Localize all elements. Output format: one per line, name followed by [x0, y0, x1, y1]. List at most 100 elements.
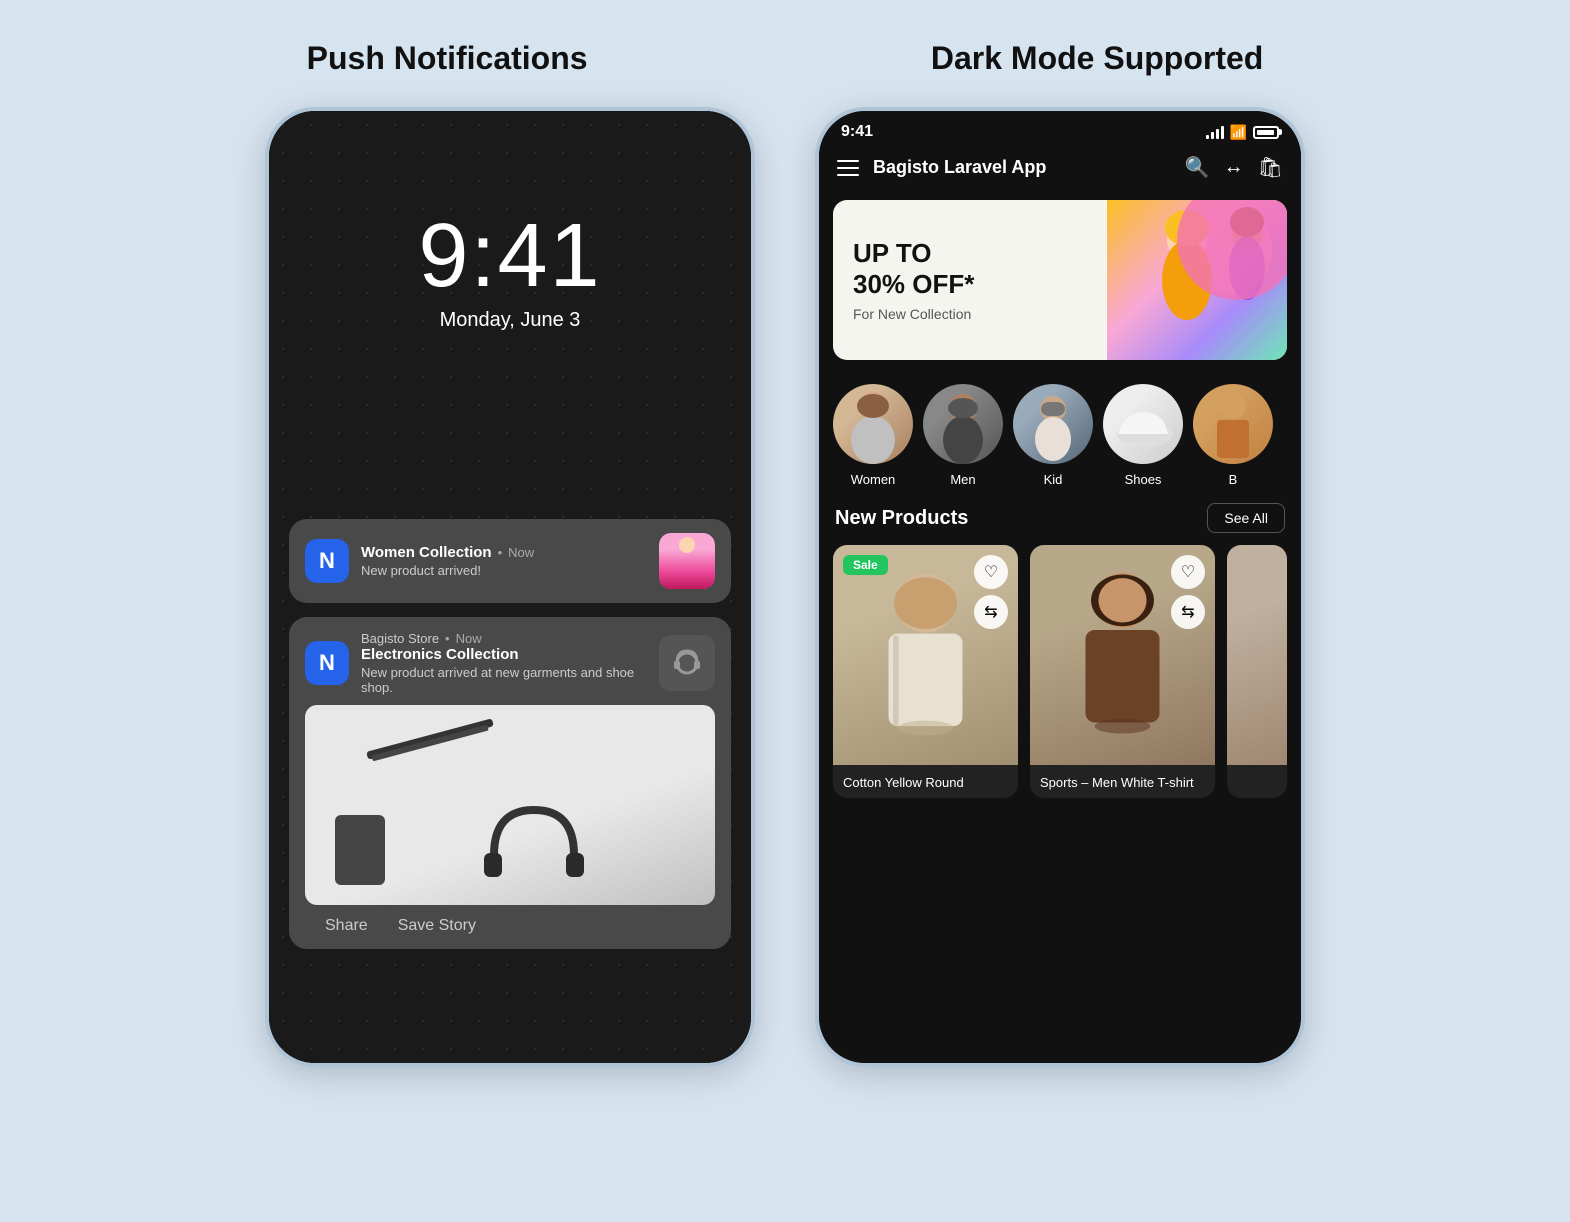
- notif-body-electronics: New product arrived at new garments and …: [361, 665, 647, 695]
- lockscreen-time-area: 9:41 Monday, June 3: [269, 211, 751, 332]
- category-women-label: Women: [851, 472, 896, 487]
- category-shoes[interactable]: Shoes: [1103, 384, 1183, 487]
- new-products-title: New Products: [835, 507, 968, 530]
- notif-content-women: Women Collection • Now New product arriv…: [361, 544, 647, 578]
- headphones-svg: [474, 785, 594, 895]
- notif-app-icon-electronics: N: [305, 641, 349, 685]
- share-action[interactable]: Share: [325, 917, 368, 935]
- category-women[interactable]: Women: [833, 384, 913, 487]
- category-other-label: B: [1229, 472, 1238, 487]
- notif-title-women: Women Collection: [361, 544, 492, 561]
- compare-button-2[interactable]: ⇆: [1171, 595, 1205, 629]
- notif-body-women: New product arrived!: [361, 563, 647, 578]
- app-title: Bagisto Laravel App: [873, 157, 1185, 178]
- signal-bar-3: [1216, 129, 1219, 139]
- category-women-circle: [833, 384, 913, 464]
- category-shoes-circle: [1103, 384, 1183, 464]
- banner-image: [1107, 200, 1287, 360]
- other-category-image: [1193, 384, 1273, 464]
- dark-mode-title: Dark Mode Supported: [931, 40, 1263, 77]
- shoes-category-image: [1103, 384, 1183, 464]
- signal-bar-1: [1206, 135, 1209, 139]
- heart-button-1[interactable]: ♡: [974, 555, 1008, 589]
- banner-area: UP TO30% OFF* For New Collection: [833, 200, 1287, 360]
- notif-icon-letter: N: [319, 548, 335, 574]
- notif-icon-letter-elec: N: [319, 650, 335, 676]
- push-notifications-title: Push Notifications: [307, 40, 588, 77]
- category-men-label: Men: [950, 472, 975, 487]
- lock-time: 9:41: [269, 211, 751, 301]
- products-row: Sale ♡ ⇆ Cotton Yellow Round: [819, 545, 1301, 798]
- status-bar: 9:41 📶: [819, 111, 1301, 145]
- sale-badge-1: Sale: [843, 555, 888, 575]
- status-icons: 📶: [1206, 124, 1279, 141]
- app-navbar: Bagisto Laravel App 🔍 ↔ 🛍: [819, 145, 1301, 190]
- banner-sub-text: For New Collection: [853, 306, 1087, 322]
- compare-icon[interactable]: ↔: [1224, 156, 1244, 179]
- lock-screen-phone: 9:41 Monday, June 3 N Women Collection •: [265, 107, 755, 1067]
- category-other-circle: [1193, 384, 1273, 464]
- notif-app-icon-women: N: [305, 539, 349, 583]
- heart-button-2[interactable]: ♡: [1171, 555, 1205, 589]
- headphone-icon: [667, 643, 707, 683]
- product-name-2: Sports – Men White T-shirt: [1030, 765, 1215, 798]
- notif-store-name: Bagisto Store: [361, 631, 439, 646]
- notif-time-label-women: Now: [508, 545, 534, 560]
- product-partial-image: [1227, 545, 1287, 765]
- product-image-1: Sale ♡ ⇆: [833, 545, 1018, 765]
- notification-women-collection[interactable]: N Women Collection • Now New product arr…: [289, 519, 731, 603]
- notif-store-time: Now: [456, 631, 482, 646]
- notif-title-electronics: Electronics Collection: [361, 646, 647, 663]
- notif-content-electronics: Bagisto Store • Now Electronics Collecti…: [361, 631, 647, 695]
- see-all-button[interactable]: See All: [1207, 503, 1285, 533]
- banner-colorful-bg: [1107, 200, 1287, 360]
- lock-date: Monday, June 3: [269, 309, 751, 332]
- search-icon[interactable]: 🔍: [1185, 155, 1210, 180]
- woman-jacket-image: [659, 533, 715, 589]
- hamburger-line-1: [837, 160, 859, 162]
- category-kid[interactable]: Kid: [1013, 384, 1093, 487]
- hamburger-menu-icon[interactable]: [837, 160, 859, 176]
- category-kid-circle: [1013, 384, 1093, 464]
- banner-text: UP TO30% OFF* For New Collection: [833, 200, 1107, 360]
- women-category-image: [833, 384, 913, 464]
- signal-bar-2: [1211, 132, 1214, 139]
- notif-thumb-electronics: [659, 635, 715, 691]
- notif-thumb-women: [659, 533, 715, 589]
- category-kid-label: Kid: [1044, 472, 1063, 487]
- status-time: 9:41: [841, 123, 873, 141]
- banner-main-text: UP TO30% OFF*: [853, 238, 1087, 300]
- hamburger-line-2: [837, 167, 859, 169]
- product-image-2: ♡ ⇆: [1030, 545, 1215, 765]
- battery-fill: [1257, 130, 1274, 135]
- men-category-image: [923, 384, 1003, 464]
- electronics-product-image: [305, 705, 715, 905]
- signal-bars-icon: [1206, 125, 1224, 139]
- cart-icon[interactable]: 🛍: [1258, 155, 1283, 180]
- category-men-circle: [923, 384, 1003, 464]
- compare-button-1[interactable]: ⇆: [974, 595, 1008, 629]
- nav-icons: 🔍 ↔ 🛍: [1185, 155, 1283, 180]
- category-other[interactable]: B: [1193, 384, 1273, 487]
- product-card-partial[interactable]: [1227, 545, 1287, 798]
- lockscreen-actions: Share Save Story: [305, 905, 715, 935]
- wifi-icon: 📶: [1230, 124, 1247, 141]
- kid-category-image: [1013, 384, 1093, 464]
- notif-store-dot: •: [445, 631, 450, 646]
- product-name-1: Cotton Yellow Round: [833, 765, 1018, 798]
- notifications-area: N Women Collection • Now New product arr…: [289, 519, 731, 963]
- hamburger-line-3: [837, 174, 859, 176]
- new-products-header: New Products See All: [819, 497, 1301, 545]
- app-screen: 9:41 📶: [819, 111, 1301, 1063]
- battery-icon: [1253, 126, 1279, 139]
- save-story-action[interactable]: Save Story: [398, 917, 476, 935]
- product-card-2[interactable]: ♡ ⇆ Sports – Men White T-shirt: [1030, 545, 1215, 798]
- category-men[interactable]: Men: [923, 384, 1003, 487]
- category-row: Women Men: [819, 370, 1301, 497]
- notif-time-women: •: [498, 545, 503, 560]
- notification-electronics[interactable]: N Bagisto Store • Now Electronics Collec…: [289, 617, 731, 949]
- dark-mode-phone: 9:41 📶: [815, 107, 1305, 1067]
- signal-bar-4: [1221, 126, 1224, 139]
- product-card-1[interactable]: Sale ♡ ⇆ Cotton Yellow Round: [833, 545, 1018, 798]
- lock-screen: 9:41 Monday, June 3 N Women Collection •: [269, 111, 751, 1063]
